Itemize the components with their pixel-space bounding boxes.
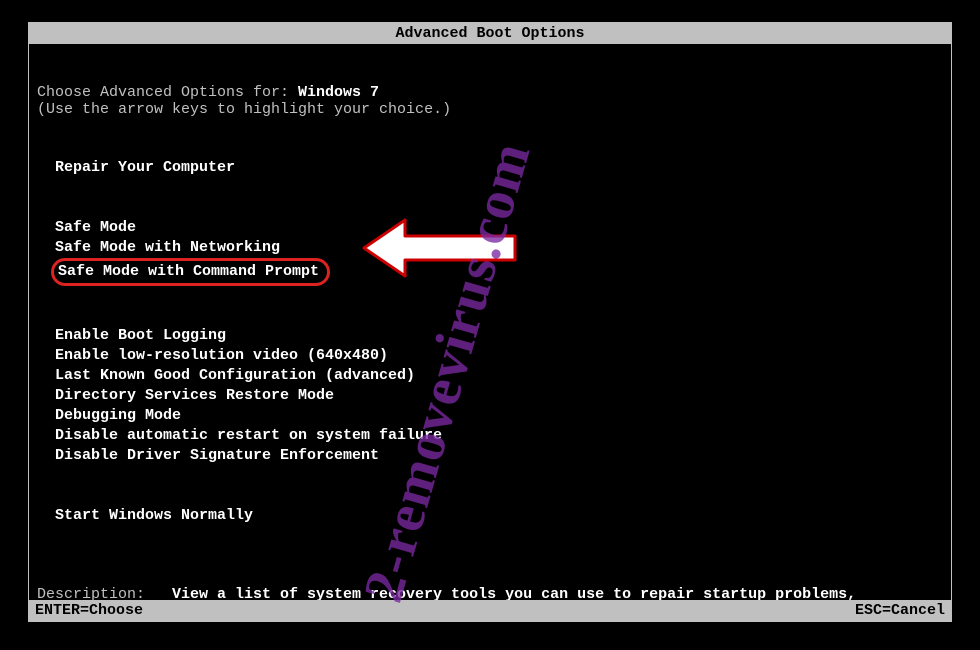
hint-line: (Use the arrow keys to highlight your ch… (37, 101, 943, 118)
footer-bar: ENTER=Choose ESC=Cancel (29, 600, 951, 621)
menu-item-ds-restore[interactable]: Directory Services Restore Mode (55, 386, 943, 406)
menu-item-repair[interactable]: Repair Your Computer (55, 158, 943, 178)
title-bar: Advanced Boot Options (29, 23, 951, 44)
prompt-line: Choose Advanced Options for: Windows 7 (37, 84, 943, 101)
menu-item-disable-restart[interactable]: Disable automatic restart on system fail… (55, 426, 943, 446)
prompt-text: Choose Advanced Options for: (37, 84, 298, 101)
menu-item-boot-logging[interactable]: Enable Boot Logging (55, 326, 943, 346)
content-area: Choose Advanced Options for: Windows 7 (… (29, 84, 951, 620)
footer-enter: ENTER=Choose (35, 602, 143, 619)
title-text: Advanced Boot Options (395, 25, 584, 42)
boot-options-frame: Advanced Boot Options Choose Advanced Op… (28, 22, 952, 622)
highlighted-option[interactable]: Safe Mode with Command Prompt (51, 258, 330, 286)
menu-item-safe-mode[interactable]: Safe Mode (55, 218, 943, 238)
menu-item-low-res[interactable]: Enable low-resolution video (640x480) (55, 346, 943, 366)
footer-esc: ESC=Cancel (855, 602, 945, 619)
boot-menu[interactable]: Repair Your Computer Safe Mode Safe Mode… (55, 158, 943, 526)
menu-item-debugging[interactable]: Debugging Mode (55, 406, 943, 426)
menu-item-normal[interactable]: Start Windows Normally (55, 506, 943, 526)
menu-item-safe-mode-cmd[interactable]: Safe Mode with Command Prompt (55, 258, 943, 286)
menu-item-disable-sig[interactable]: Disable Driver Signature Enforcement (55, 446, 943, 466)
menu-item-lkgc[interactable]: Last Known Good Configuration (advanced) (55, 366, 943, 386)
os-name: Windows 7 (298, 84, 379, 101)
menu-item-safe-mode-networking[interactable]: Safe Mode with Networking (55, 238, 943, 258)
